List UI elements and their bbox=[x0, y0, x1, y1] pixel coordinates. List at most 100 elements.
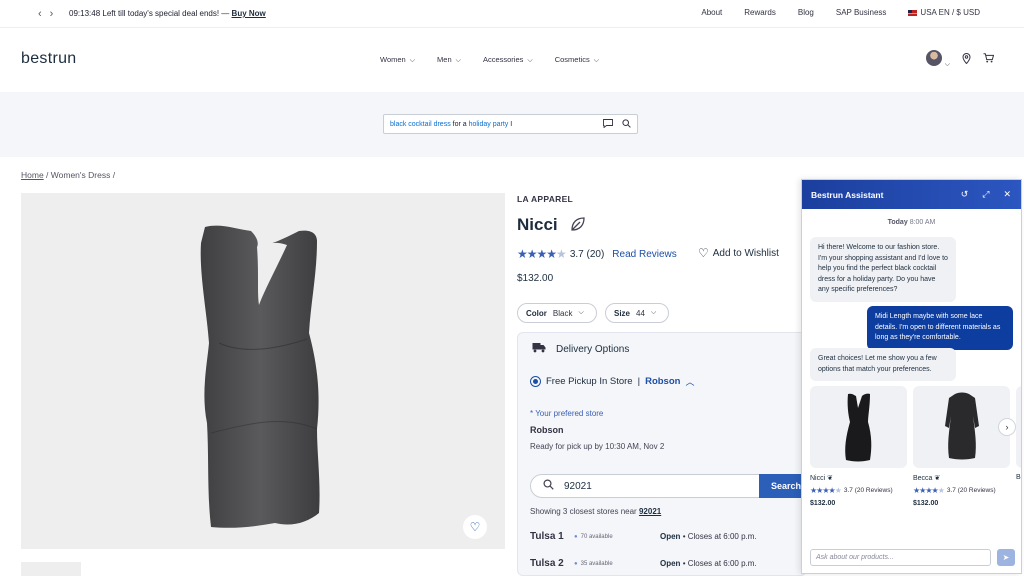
chevron-right-icon: › bbox=[1005, 422, 1009, 432]
assistant-message: Hi there! Welcome to our fashion store. … bbox=[810, 237, 956, 302]
store-hours: Open • Closes at 6:00 p.m. bbox=[660, 559, 757, 568]
product-brand: LA APPAREL bbox=[517, 194, 574, 204]
preferred-store-label: * Your prefered store bbox=[530, 409, 604, 418]
search-token-black: black bbox=[390, 121, 407, 128]
chat-day: Today bbox=[887, 219, 908, 226]
close-icon[interactable]: ✕ bbox=[1003, 189, 1011, 200]
cart-icon[interactable] bbox=[983, 53, 995, 66]
header-icons: ⌵ bbox=[925, 50, 995, 69]
location-icon[interactable] bbox=[962, 52, 971, 67]
showing-zip[interactable]: 92021 bbox=[639, 507, 661, 516]
logo[interactable]: bestrun bbox=[21, 50, 76, 68]
showing-prefix: Showing 3 closest stores near bbox=[530, 507, 637, 516]
locale-selector[interactable]: USA EN / $ USD bbox=[908, 8, 980, 17]
about-link[interactable]: About bbox=[701, 8, 722, 17]
store-name: Tulsa 2 bbox=[530, 558, 564, 569]
expand-icon[interactable]: ⤢ bbox=[982, 189, 989, 200]
color-selector[interactable]: Color Black ⌵ bbox=[517, 303, 597, 323]
add-to-wishlist-button[interactable]: ♡ Add to Wishlist bbox=[698, 246, 779, 260]
rewards-link[interactable]: Rewards bbox=[744, 8, 776, 17]
star-rating-icon: ★★★★★ bbox=[810, 486, 842, 495]
radio-selected-icon[interactable] bbox=[530, 376, 541, 387]
product-thumbnail[interactable] bbox=[21, 562, 81, 576]
carousel-next-button[interactable]: › bbox=[998, 418, 1016, 436]
nav-men-label: Men bbox=[437, 55, 452, 64]
leaf-icon bbox=[571, 217, 585, 231]
store-row[interactable]: Tulsa 1 70 available Open • Closes at 6:… bbox=[530, 531, 800, 542]
chevron-up-icon[interactable]: ︿ bbox=[685, 375, 694, 388]
pickup-label: Free Pickup In Store bbox=[546, 376, 633, 387]
closest-stores-text: Showing 3 closest stores near 92021 bbox=[530, 507, 661, 516]
product-card-becca[interactable] bbox=[913, 386, 1010, 468]
chevron-down-icon: ⌵ bbox=[944, 61, 950, 68]
heart-icon: ♡ bbox=[469, 520, 481, 534]
promo-arrows: ‹ › bbox=[38, 8, 53, 20]
chevron-down-icon: ⌵ bbox=[527, 57, 533, 64]
zip-value: 92021 bbox=[564, 480, 592, 492]
card-rating: ★★★★★ 3.7 (20 Reviews) bbox=[810, 486, 893, 495]
send-icon: ➤ bbox=[1002, 553, 1010, 562]
chevron-down-icon: ⌵ bbox=[409, 57, 416, 64]
sap-business-link[interactable]: SAP Business bbox=[836, 8, 887, 17]
dress-image bbox=[945, 392, 979, 460]
selected-store[interactable]: Robson bbox=[645, 376, 680, 387]
nav-men[interactable]: Men ⌵ bbox=[437, 55, 461, 65]
store-closes: • Closes at 6:00 p.m. bbox=[682, 532, 757, 541]
chevron-down-icon: ⌵ bbox=[455, 57, 461, 64]
product-card-partial[interactable] bbox=[1016, 386, 1021, 468]
search-icon[interactable] bbox=[622, 119, 631, 130]
color-value: Black bbox=[552, 308, 573, 318]
heart-icon: ♡ bbox=[698, 246, 709, 260]
wishlist-label: Add to Wishlist bbox=[712, 247, 779, 259]
dress-image bbox=[845, 393, 872, 462]
blog-link[interactable]: Blog bbox=[798, 8, 814, 17]
buy-now-link[interactable]: Buy Now bbox=[232, 9, 266, 18]
size-selector[interactable]: Size 44 ⌵ bbox=[605, 303, 669, 323]
color-label: Color bbox=[526, 308, 547, 318]
zip-input[interactable]: 92021 bbox=[530, 474, 772, 498]
read-reviews-link[interactable]: Read Reviews bbox=[612, 249, 676, 260]
site-header: bestrun Women ⌵ Men ⌵ Accessories ⌵ Cosmeti… bbox=[0, 29, 1024, 92]
nav-accessories[interactable]: Accessories ⌵ bbox=[483, 55, 533, 65]
breadcrumb-category[interactable]: Women's Dress bbox=[51, 170, 111, 180]
size-value: 44 bbox=[636, 308, 645, 318]
send-button[interactable]: ➤ bbox=[997, 549, 1015, 566]
nav-women-label: Women bbox=[380, 55, 406, 64]
search-caret: I bbox=[508, 121, 513, 128]
promo-message: 09:13:48 Left till today's special deal … bbox=[69, 9, 266, 18]
chevron-down-icon: ⌵ bbox=[578, 309, 584, 316]
breadcrumb-home[interactable]: Home bbox=[21, 170, 44, 180]
card-name: Nicci ❦ bbox=[810, 474, 833, 482]
product-rating: ★★★★★ 3.7 (20) Read Reviews bbox=[517, 247, 677, 261]
size-label: Size bbox=[614, 308, 631, 318]
store-row[interactable]: Tulsa 2 35 available Open • Closes at 6:… bbox=[530, 558, 800, 569]
search-input[interactable]: black cocktail dress for a holiday party… bbox=[383, 114, 638, 134]
chevron-right-icon[interactable]: › bbox=[50, 8, 54, 20]
pickup-ready-text: Ready for pick up by 10:30 AM, Nov 2 bbox=[530, 442, 665, 451]
store-availability: 70 available bbox=[574, 534, 660, 540]
breadcrumb: Home / Women's Dress / bbox=[21, 170, 116, 180]
card-rating: ★★★★★ 3.7 (20 Reviews) bbox=[913, 486, 996, 495]
locale-label: USA EN / $ USD bbox=[920, 8, 980, 17]
utility-links: About Rewards Blog SAP Business USA EN /… bbox=[701, 8, 980, 17]
card-price: $132.00 bbox=[810, 500, 836, 507]
history-icon[interactable]: ↺ bbox=[961, 189, 969, 200]
image-wishlist-button[interactable]: ♡ bbox=[463, 515, 487, 539]
product-image[interactable]: ♡ bbox=[21, 193, 505, 549]
promo-timer: 09:13:48 bbox=[69, 9, 101, 18]
product-card-nicci[interactable] bbox=[810, 386, 907, 468]
star-rating-icon: ★★★★★ bbox=[517, 247, 567, 261]
card-name: Becca ❦ bbox=[913, 474, 940, 482]
pickup-option[interactable]: Free Pickup In Store | Robson ︿ bbox=[530, 375, 694, 388]
nav-cosmetics[interactable]: Cosmetics ⌵ bbox=[555, 55, 599, 65]
truck-icon bbox=[532, 342, 546, 356]
assistant-input[interactable]: Ask about our products... bbox=[810, 549, 991, 566]
user-message: Midi Length maybe with some lace details… bbox=[867, 306, 1013, 350]
account-menu[interactable]: ⌵ bbox=[925, 50, 950, 69]
dress-image bbox=[200, 225, 320, 528]
star-rating-icon: ★★★★★ bbox=[913, 486, 945, 495]
chat-icon[interactable] bbox=[603, 119, 613, 130]
assistant-message: Great choices! Let me show you a few opt… bbox=[810, 348, 956, 381]
nav-women[interactable]: Women ⌵ bbox=[380, 55, 415, 65]
chevron-left-icon[interactable]: ‹ bbox=[38, 8, 42, 20]
